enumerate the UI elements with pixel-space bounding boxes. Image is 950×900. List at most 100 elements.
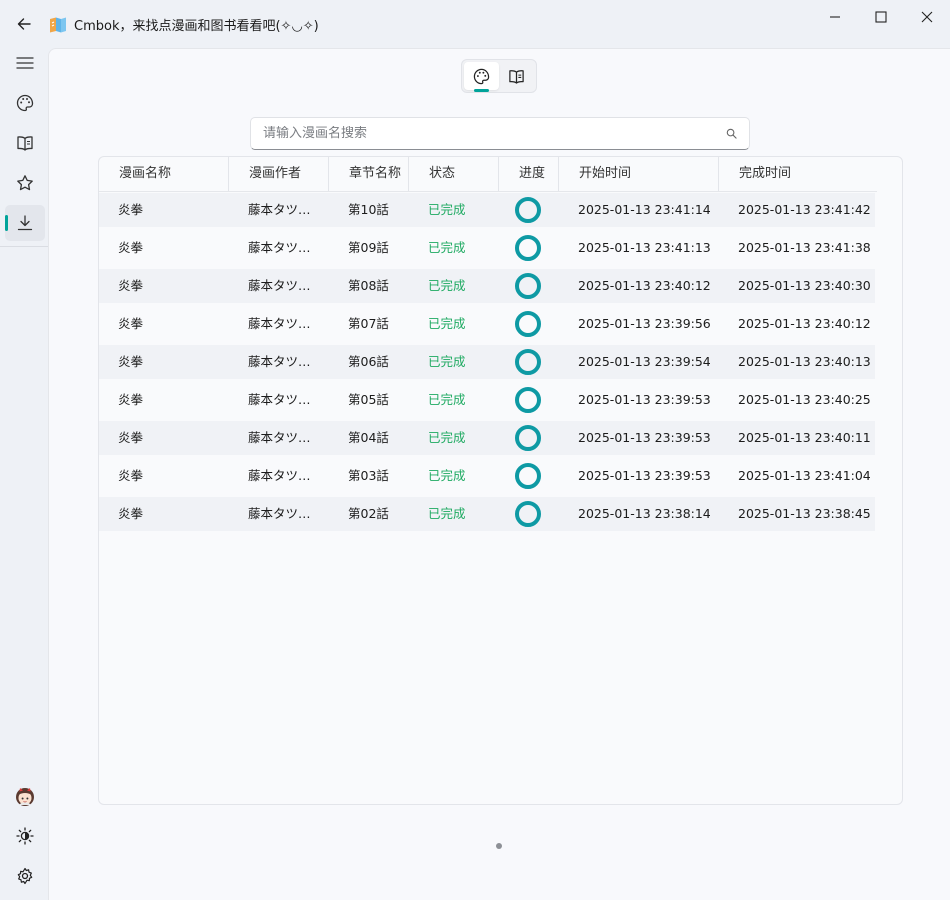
col-author-header[interactable]: 漫画作者 [229, 157, 329, 191]
table-row[interactable]: 炎拳 藤本タツ… 第05話 已完成 2025-01-13 23:39:53 2025-01… [99, 383, 875, 417]
col-status-header[interactable]: 状态 [409, 157, 499, 191]
table-row[interactable]: 炎拳 藤本タツ… 第03話 已完成 2025-01-13 23:39:53 2025-01… [99, 459, 875, 493]
col-end-time-cell: 2025-01-13 23:41:42 [738, 202, 871, 217]
col-start-time-cell: 2025-01-13 23:38:14 [578, 506, 711, 521]
download-table: 漫画名称 漫画作者 章节名称 状态 进度 开始时间 完成时间 炎拳 藤本タツ… 第10話 已完成 2… [98, 156, 903, 805]
col-chapter-cell: 第08話 [348, 278, 389, 293]
close-icon [921, 11, 933, 23]
search-icon[interactable] [726, 128, 737, 139]
nav-settings-button[interactable] [5, 858, 45, 894]
col-start-time-cell: 2025-01-13 23:41:14 [578, 202, 711, 217]
col-author-cell: 藤本タツ… [248, 392, 311, 407]
nav-avatar-button[interactable] [5, 778, 45, 814]
table-row[interactable]: 炎拳 藤本タツ… 第04話 已完成 2025-01-13 23:39:53 2025-01… [99, 421, 875, 455]
progress-ring [515, 197, 541, 223]
nav-item-book[interactable] [5, 125, 45, 161]
col-chapter-cell: 第06話 [348, 354, 389, 369]
arrow-left-icon [17, 18, 31, 30]
gear-icon [17, 867, 33, 885]
close-button[interactable] [904, 0, 950, 34]
col-start-time-header[interactable]: 开始时间 [559, 157, 719, 191]
col-end-time-cell: 2025-01-13 23:40:13 [738, 354, 871, 369]
window-title: Cmbok，来找点漫画和图书看看吧(✧◡✧) [74, 18, 319, 34]
col-chapter-cell: 第03話 [348, 468, 389, 483]
col-status-cell: 已完成 [428, 202, 466, 217]
table-row[interactable]: 炎拳 藤本タツ… 第02話 已完成 2025-01-13 23:38:14 2025-01… [99, 497, 875, 531]
search-input[interactable] [263, 126, 726, 141]
col-comic-name-cell: 炎拳 [118, 316, 144, 331]
col-status-cell: 已完成 [428, 278, 466, 293]
minimize-icon [830, 16, 840, 18]
maximize-icon [875, 11, 887, 23]
col-status-cell: 已完成 [428, 316, 466, 331]
col-start-time-cell: 2025-01-13 23:39:54 [578, 354, 711, 369]
nav-menu-button[interactable] [5, 45, 45, 81]
col-chapter-cell: 第05話 [348, 392, 389, 407]
col-end-time-cell: 2025-01-13 23:41:38 [738, 240, 871, 255]
table-row[interactable]: 炎拳 藤本タツ… 第06話 已完成 2025-01-13 23:39:54 2025-01… [99, 345, 875, 379]
book-icon [509, 69, 524, 84]
col-progress-header[interactable]: 进度 [499, 157, 559, 191]
col-chapter-header[interactable]: 章节名称 [329, 157, 409, 191]
segment-book-button[interactable] [499, 62, 534, 90]
nav-item-favorites[interactable] [5, 165, 45, 201]
window-controls [812, 0, 950, 34]
nav-item-comic[interactable] [5, 85, 45, 121]
palette-icon [16, 94, 34, 112]
col-author-cell: 藤本タツ… [248, 278, 311, 293]
progress-ring [515, 425, 541, 451]
col-comic-name-cell: 炎拳 [118, 506, 144, 521]
page-indicator-dot [496, 843, 502, 849]
segment-active-indicator [474, 89, 489, 92]
col-status-cell: 已完成 [428, 392, 466, 407]
nav-divider [0, 246, 48, 247]
progress-ring [515, 501, 541, 527]
download-icon [17, 215, 33, 231]
side-navigation [0, 48, 48, 900]
col-end-time-cell: 2025-01-13 23:41:04 [738, 468, 871, 483]
col-comic-name-cell: 炎拳 [118, 278, 144, 293]
col-author-cell: 藤本タツ… [248, 506, 311, 521]
col-chapter-cell: 第02話 [348, 506, 389, 521]
segment-comic-button[interactable] [464, 62, 499, 92]
nav-theme-button[interactable] [5, 818, 45, 854]
col-comic-name-cell: 炎拳 [118, 202, 144, 217]
progress-ring [515, 311, 541, 337]
back-button[interactable] [0, 0, 48, 48]
star-icon [17, 175, 33, 191]
col-status-cell: 已完成 [428, 430, 466, 445]
col-author-cell: 藤本タツ… [248, 430, 311, 445]
col-end-time-header[interactable]: 完成时间 [719, 157, 879, 191]
col-chapter-cell: 第07話 [348, 316, 389, 331]
col-chapter-cell: 第09話 [348, 240, 389, 255]
col-chapter-cell: 第04話 [348, 430, 389, 445]
minimize-button[interactable] [812, 0, 858, 34]
book-icon [17, 136, 33, 151]
nav-item-downloads[interactable] [5, 205, 45, 241]
col-comic-name-header[interactable]: 漫画名称 [99, 157, 229, 191]
col-end-time-cell: 2025-01-13 23:40:11 [738, 430, 871, 445]
col-status-cell: 已完成 [428, 354, 466, 369]
search-box [250, 117, 750, 150]
col-author-cell: 藤本タツ… [248, 240, 311, 255]
col-author-cell: 藤本タツ… [248, 316, 311, 331]
app-logo-icon [50, 17, 66, 33]
col-start-time-cell: 2025-01-13 23:39:53 [578, 468, 711, 483]
table-row[interactable]: 炎拳 藤本タツ… 第07話 已完成 2025-01-13 23:39:56 2025-01… [99, 307, 875, 341]
maximize-button[interactable] [858, 0, 904, 34]
progress-ring [515, 387, 541, 413]
col-start-time-cell: 2025-01-13 23:39:53 [578, 430, 711, 445]
col-start-time-cell: 2025-01-13 23:40:12 [578, 278, 711, 293]
col-comic-name-cell: 炎拳 [118, 392, 144, 407]
table-row[interactable]: 炎拳 藤本タツ… 第10話 已完成 2025-01-13 23:41:14 2025-01… [99, 193, 875, 227]
col-start-time-cell: 2025-01-13 23:39:56 [578, 316, 711, 331]
table-header: 漫画名称 漫画作者 章节名称 状态 进度 开始时间 完成时间 [99, 157, 877, 192]
table-row[interactable]: 炎拳 藤本タツ… 第08話 已完成 2025-01-13 23:40:12 2025-01… [99, 269, 875, 303]
col-comic-name-cell: 炎拳 [118, 430, 144, 445]
segment-switcher [461, 59, 537, 93]
col-end-time-cell: 2025-01-13 23:38:45 [738, 506, 871, 521]
table-row[interactable]: 炎拳 藤本タツ… 第09話 已完成 2025-01-13 23:41:13 2025-01… [99, 231, 875, 265]
progress-ring [515, 463, 541, 489]
progress-ring [515, 235, 541, 261]
col-end-time-cell: 2025-01-13 23:40:12 [738, 316, 871, 331]
